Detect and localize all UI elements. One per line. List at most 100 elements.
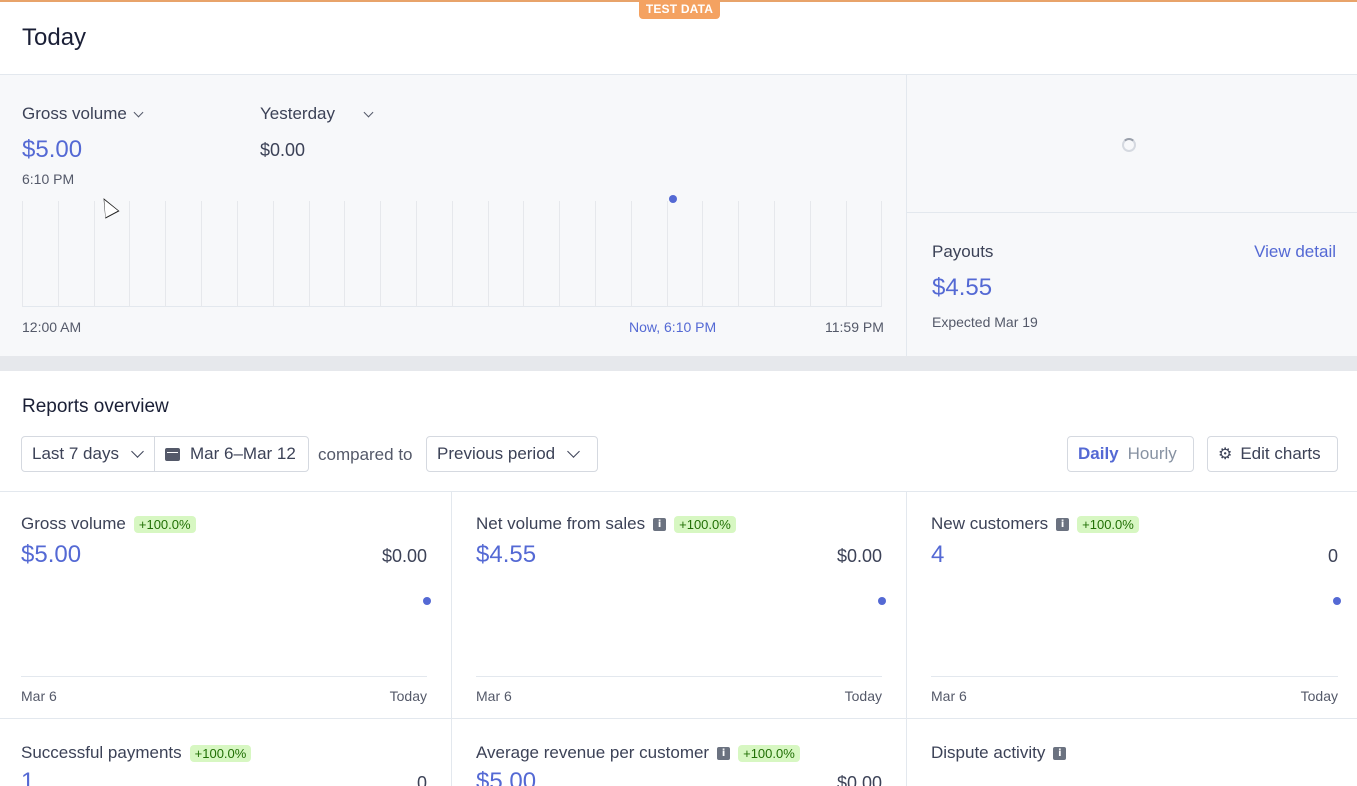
card-gross-volume-value: $5.00 xyxy=(21,541,82,568)
card-gross-volume-previous: $0.00 xyxy=(381,546,427,566)
change-badge: +100.0% xyxy=(1077,515,1139,533)
change-badge: +100.0% xyxy=(738,744,800,762)
info-icon[interactable]: i xyxy=(1053,746,1067,760)
grid-line xyxy=(94,201,95,307)
grid-line xyxy=(22,201,23,307)
compared-to-label: compared to xyxy=(318,445,413,464)
chart-point[interactable] xyxy=(669,195,677,203)
grid-line xyxy=(416,201,417,307)
daily-toggle[interactable]: Daily xyxy=(1068,444,1119,464)
date-range-label: Last 7 days xyxy=(32,444,119,463)
card-successful-payments-value: 1 xyxy=(21,768,35,786)
card-title-label: Net volume from sales xyxy=(476,514,646,533)
date-picker-button[interactable]: Mar 6–Mar 12 xyxy=(154,436,309,472)
loading-spinner-icon xyxy=(1122,138,1136,152)
card-average-revenue-value: $5.00 xyxy=(476,768,537,786)
card-dispute-activity-title[interactable]: Dispute activity i xyxy=(931,743,1067,763)
grid-line xyxy=(881,201,882,307)
gear-icon: ⚙ xyxy=(1218,446,1233,463)
chart-point[interactable] xyxy=(423,597,431,605)
page-title: Today xyxy=(22,24,87,51)
grid-line xyxy=(129,201,130,307)
info-icon[interactable]: i xyxy=(717,746,731,760)
axis-now-label: Now, 6:10 PM xyxy=(629,319,717,335)
grid-line xyxy=(559,201,560,307)
card-axis-end: Today xyxy=(844,688,882,704)
card-axis-start: Mar 6 xyxy=(21,688,57,704)
card-axis xyxy=(476,676,882,677)
grid-line xyxy=(58,201,59,307)
grid-line xyxy=(165,201,166,307)
card-new-customers-previous: 0 xyxy=(1327,546,1338,566)
today-chart[interactable] xyxy=(22,201,882,307)
reports-overview-title: Reports overview xyxy=(22,396,169,417)
cards-top-border xyxy=(0,491,1357,492)
card-divider xyxy=(906,491,907,786)
grid-line xyxy=(846,201,847,307)
chevron-down-icon xyxy=(133,107,144,117)
comparison-select[interactable]: Previous period xyxy=(426,436,598,472)
date-range-select[interactable]: Last 7 days xyxy=(21,436,155,472)
compare-period-select[interactable]: Yesterday xyxy=(260,104,374,124)
card-axis-end: Today xyxy=(1300,688,1338,704)
grid-line xyxy=(774,201,775,307)
gross-volume-value: $5.00 xyxy=(22,136,83,163)
grid-line xyxy=(452,201,453,307)
card-axis-start: Mar 6 xyxy=(476,688,512,704)
payouts-expected: Expected Mar 19 xyxy=(932,314,1038,330)
grid-line xyxy=(237,201,238,307)
gross-volume-select[interactable]: Gross volume xyxy=(22,104,144,124)
grid-line xyxy=(273,201,274,307)
payouts-value: $4.55 xyxy=(932,274,993,301)
info-icon[interactable]: i xyxy=(1056,517,1070,531)
card-title-label: Average revenue per customer xyxy=(476,743,710,762)
compare-period-label: Yesterday xyxy=(260,104,335,123)
chart-point[interactable] xyxy=(878,597,886,605)
change-badge: +100.0% xyxy=(189,744,252,762)
view-detail-link[interactable]: View detail xyxy=(1254,242,1336,262)
grid-line xyxy=(344,201,345,307)
grid-line xyxy=(702,201,703,307)
card-divider xyxy=(451,491,452,786)
grid-line xyxy=(488,201,489,307)
grid-line xyxy=(380,201,381,307)
edit-charts-label: Edit charts xyxy=(1240,444,1321,463)
grid-line xyxy=(595,201,596,307)
card-average-revenue-previous: $0.00 xyxy=(836,773,882,786)
card-new-customers-value: 4 xyxy=(931,541,945,568)
gross-volume-label: Gross volume xyxy=(22,104,127,123)
card-axis xyxy=(931,676,1338,677)
chevron-down-icon xyxy=(363,107,374,117)
grid-line xyxy=(201,201,202,307)
chart-point[interactable] xyxy=(1333,597,1341,605)
interval-toggle: Daily Hourly xyxy=(1067,436,1194,472)
hourly-toggle[interactable]: Hourly xyxy=(1119,444,1177,464)
grid-line xyxy=(309,201,310,307)
chevron-down-icon xyxy=(131,445,144,458)
chevron-down-icon xyxy=(567,445,580,458)
grid-line xyxy=(810,201,811,307)
card-gross-volume-title[interactable]: Gross volume +100.0% xyxy=(21,514,196,534)
card-title-label: Gross volume xyxy=(21,514,126,533)
date-picker-label: Mar 6–Mar 12 xyxy=(190,444,296,463)
card-net-volume-value: $4.55 xyxy=(476,541,537,568)
change-badge: +100.0% xyxy=(674,515,736,533)
comparison-label: Previous period xyxy=(437,444,556,463)
change-badge: +100.0% xyxy=(133,515,196,533)
card-net-volume-title[interactable]: Net volume from sales i +100.0% xyxy=(476,514,736,534)
card-axis xyxy=(21,676,427,677)
card-new-customers-title[interactable]: New customers i +100.0% xyxy=(931,514,1139,534)
card-axis-end: Today xyxy=(389,688,427,704)
card-average-revenue-title[interactable]: Average revenue per customer i +100.0% xyxy=(476,743,800,763)
grid-line xyxy=(523,201,524,307)
info-icon[interactable]: i xyxy=(653,517,667,531)
edit-charts-button[interactable]: ⚙ Edit charts xyxy=(1207,436,1338,472)
card-net-volume-previous: $0.00 xyxy=(836,546,882,566)
payouts-title: Payouts xyxy=(932,242,994,261)
card-successful-payments-title[interactable]: Successful payments +100.0% xyxy=(21,743,252,763)
section-separator xyxy=(0,356,1357,371)
axis-end-label: 11:59 PM xyxy=(825,319,884,335)
axis-start-label: 12:00 AM xyxy=(22,319,82,335)
payouts-divider xyxy=(907,212,1357,213)
cards-row-divider xyxy=(0,718,1357,719)
